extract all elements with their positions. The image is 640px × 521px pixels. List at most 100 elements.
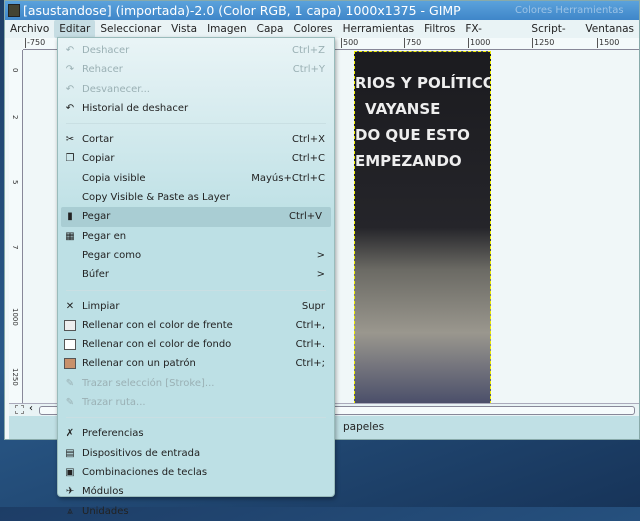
menu-item-pegar-como[interactable]: Pegar como >	[58, 246, 334, 265]
menu-item-shortcut: Ctrl+;	[295, 358, 325, 370]
menu-item-shortcut: Ctrl+,	[295, 319, 325, 331]
menu-item-label: Rehacer	[82, 64, 123, 76]
protest-sign: RIOS Y POLÍTICOS VAYANSE DO QUE ESTO EMP…	[355, 70, 490, 174]
edit-menu: ↶ Deshacer Ctrl+Z ↷ Rehacer Ctrl+Y ↶ Desvanecer…	[57, 37, 335, 517]
menu-item-rellenar-con-un-patrón[interactable]: Rellenar con un patrón Ctrl+;	[58, 354, 334, 373]
menubar: Archivo Editar Seleccionar Vista Imagen Capa C…	[5, 20, 639, 53]
image-photo: RIOS Y POLÍTICOS VAYANSE DO QUE ESTO EMP…	[354, 51, 491, 404]
menu-item-label: Rellenar con el color de frente	[82, 319, 233, 331]
menu-archivo[interactable]: Archivo	[5, 20, 54, 38]
menu-vista[interactable]: Vista	[166, 20, 202, 38]
sign-line: VAYANSE	[365, 100, 441, 118]
menu-imagen[interactable]: Imagen	[202, 20, 252, 38]
menu-seleccionar[interactable]: Seleccionar	[95, 20, 166, 38]
menu-colores[interactable]: Colores	[288, 20, 337, 38]
submenu-arrow-icon: >	[316, 269, 325, 281]
ruler-label: 7	[11, 245, 19, 250]
menu-item-shortcut: Ctrl+.	[295, 339, 325, 351]
modules-icon: ✈	[65, 486, 75, 498]
menu-item-módulos[interactable]: ✈ Módulos	[58, 482, 334, 501]
menu-item-label: Copiar	[82, 153, 115, 165]
fill-bg-icon	[64, 339, 76, 351]
menu-capa[interactable]: Capa	[252, 20, 289, 38]
units-icon: ⩓	[67, 505, 73, 517]
menu-item-rehacer[interactable]: ↷ Rehacer Ctrl+Y	[58, 60, 334, 79]
menu-separator	[66, 123, 326, 125]
menu-item-label: Trazar ruta...	[82, 397, 146, 409]
menu-item-copiar[interactable]: ❐ Copiar Ctrl+C	[58, 149, 334, 168]
ruler-label: 500	[341, 38, 359, 48]
menu-item-pegar-en[interactable]: ▦ Pegar en	[58, 227, 334, 246]
preferences-icon: ✗	[65, 428, 75, 440]
paste-into-icon: ▦	[65, 230, 75, 242]
menu-fx-foundry[interactable]: FX-Foundry	[460, 20, 526, 53]
background-window-title: Colores Herramientas	[515, 5, 624, 16]
menu-item-rellenar-con-el-color-de-fondo[interactable]: Rellenar con el color de fondo Ctrl+.	[58, 335, 334, 354]
menu-item-copy-visible-paste-as-layer[interactable]: Copy Visible & Paste as Layer	[58, 188, 334, 207]
menu-item-label: Búfer	[82, 269, 109, 281]
submenu-arrow-icon: >	[316, 249, 325, 261]
menu-herramientas[interactable]: Herramientas	[338, 20, 420, 38]
menu-item-rellenar-con-el-color-de-frente[interactable]: Rellenar con el color de frente Ctrl+,	[58, 316, 334, 335]
sign-line: DO QUE ESTO	[355, 126, 470, 144]
sign-line: RIOS Y POLÍTICOS	[355, 74, 490, 92]
menu-item-desvanecer[interactable]: ↶ Desvanecer...	[58, 80, 334, 99]
fill-pattern-icon	[64, 358, 76, 370]
stroke-path-icon: ✎	[65, 397, 75, 409]
ruler-label: 2	[11, 115, 19, 120]
menu-item-cortar[interactable]: ✂ Cortar Ctrl+X	[58, 130, 334, 149]
menu-item-label: Cortar	[82, 134, 114, 146]
copy-icon: ❐	[65, 153, 75, 165]
redo-icon: ↷	[65, 64, 75, 76]
menu-item-trazar-ruta[interactable]: ✎ Trazar ruta...	[58, 393, 334, 412]
input-devices-icon: ▤	[65, 447, 75, 459]
menu-item-label: Módulos	[82, 486, 124, 498]
menu-item-label: Unidades	[82, 505, 129, 517]
menu-item-shortcut: Ctrl+Z	[291, 45, 325, 56]
menu-separator	[66, 417, 326, 419]
menu-item-unidades[interactable]: ⩓ Unidades	[58, 502, 334, 521]
fill-fg-icon	[64, 319, 76, 331]
ruler-label: -750	[25, 38, 46, 48]
menu-item-label: Dispositivos de entrada	[82, 447, 201, 459]
menu-editar[interactable]: Editar	[54, 20, 96, 38]
menu-item-deshacer[interactable]: ↶ Deshacer Ctrl+Z	[58, 41, 334, 60]
scroll-left-icon[interactable]: ‹	[29, 403, 33, 414]
menu-item-limpiar[interactable]: ✕ Limpiar Supr	[58, 297, 334, 316]
undo-history-icon: ↶	[65, 102, 75, 114]
menu-item-shortcut: Ctrl+V	[288, 211, 322, 223]
menu-item-historial-de-deshacer[interactable]: ↶ Historial de deshacer	[58, 99, 334, 118]
keyboard-icon: ▣	[65, 466, 75, 478]
clear-icon: ✕	[65, 300, 75, 312]
stroke-selection-icon: ✎	[65, 377, 75, 389]
menu-item-label: Rellenar con un patrón	[82, 358, 196, 370]
menu-filtros[interactable]: Filtros	[419, 20, 460, 38]
menu-item-búfer[interactable]: Búfer >	[58, 265, 334, 284]
menu-item-label: Rellenar con el color de fondo	[82, 339, 232, 351]
title-bar[interactable]: [asustandose] (importada)-2.0 (Color RGB…	[5, 1, 639, 20]
menu-item-dispositivos-de-entrada[interactable]: ▤ Dispositivos de entrada	[58, 444, 334, 463]
menu-item-label: Pegar en	[82, 230, 127, 242]
sign-line: EMPEZANDO	[355, 152, 462, 170]
menu-item-label: Pegar como	[82, 249, 142, 261]
menu-item-preferencias[interactable]: ✗ Preferencias	[58, 424, 334, 443]
status-text: papeles	[343, 421, 385, 433]
ruler-label: 1000	[11, 308, 19, 326]
ruler-label: 1000	[468, 38, 491, 48]
paste-icon: ▮	[67, 211, 73, 223]
gimp-app-icon	[8, 4, 20, 17]
menu-item-label: Preferencias	[82, 428, 144, 440]
menu-item-trazar-selección-stroke[interactable]: ✎ Trazar selección [Stroke]...	[58, 374, 334, 393]
menu-script-fu[interactable]: Script-Fu	[526, 20, 580, 53]
menu-item-label: Pegar	[82, 211, 111, 223]
menu-ventanas[interactable]: Ventanas	[580, 20, 639, 38]
menu-item-label: Limpiar	[82, 300, 120, 312]
menu-item-copia-visible[interactable]: Copia visible Mayús+Ctrl+C	[58, 169, 334, 188]
menu-separator	[66, 289, 326, 291]
menu-item-combinaciones-de-teclas[interactable]: ▣ Combinaciones de teclas	[58, 463, 334, 482]
ruler-label: 5	[11, 180, 19, 185]
navigate-icon[interactable]	[15, 405, 24, 414]
menu-item-pegar[interactable]: ▮ Pegar Ctrl+V	[61, 207, 331, 227]
menu-item-shortcut: Supr	[301, 300, 325, 312]
ruler-label: 1500	[597, 38, 620, 48]
